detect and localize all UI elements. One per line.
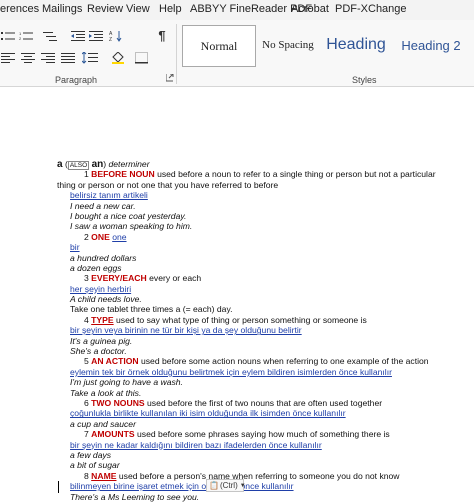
example: Take a look at this. (70, 387, 142, 398)
sense-line: 6 TWO NOUNS used before the first of two… (84, 397, 383, 408)
example: I need a new car. (70, 200, 136, 211)
example: I'm just going to have a wash. (70, 377, 183, 388)
translation: her şeyin herbiri (70, 283, 132, 294)
example: There's a Ms Leeming to see you. (70, 491, 200, 502)
translation: bir şeyin veya birinin ne tür bir kişi y… (70, 325, 302, 336)
sense-line: 5 AN ACTION used before some action noun… (84, 356, 429, 367)
styles-group-label: Styles (352, 75, 377, 85)
sense-line: 7 AMOUNTS used before some phrases sayin… (84, 429, 390, 440)
example: a bit of sugar (70, 460, 120, 471)
borders-icon[interactable] (134, 51, 150, 65)
align-left-icon[interactable] (0, 51, 16, 65)
example: A child needs love. (70, 294, 142, 305)
decrease-indent-icon[interactable] (70, 29, 86, 43)
line-spacing-icon[interactable] (82, 51, 98, 65)
example: a few days (70, 449, 112, 460)
headword: a (57, 159, 63, 170)
example: It's a guinea pig. (70, 335, 133, 346)
translation: bir (70, 242, 80, 253)
style-heading[interactable]: Heading (322, 25, 390, 65)
sense-line: 8 NAME used before a person's name when … (84, 470, 400, 481)
shading-icon[interactable] (110, 51, 126, 65)
multilevel-list-icon[interactable] (42, 29, 58, 43)
example: a dozen eggs (70, 262, 122, 273)
example: I bought a nice coat yesterday. (70, 210, 187, 221)
entry-heading: a (ALSO an) determiner (57, 159, 150, 170)
clipboard-icon: 📋 (209, 481, 219, 490)
paragraph-group-label: Paragraph (55, 75, 98, 85)
example: a cup and saucer (70, 418, 136, 429)
translation: bilinmeyen birine işaret etmek için o is… (70, 481, 294, 492)
dictionary-entry: a (ALSO an) determiner 1 BEFORE NOUN use… (57, 159, 469, 502)
translation: bir şeyin ne kadar kaldığını bildiren ba… (70, 439, 322, 450)
bullets-icon[interactable] (0, 29, 16, 43)
paste-options-label: (Ctrl) (219, 481, 238, 490)
translation: belirsiz tanım artikeli (70, 190, 148, 201)
tab-mailings[interactable]: Mailings (42, 3, 82, 15)
show-marks-icon[interactable]: ¶ (154, 28, 170, 43)
translation: çoğunlukla birlikte kullanılan iki isim … (70, 408, 346, 419)
example: a hundred dollars (70, 252, 137, 263)
tab-references[interactable]: erences (0, 3, 39, 15)
part-of-speech: determiner (108, 159, 150, 169)
tab-help[interactable]: Help (159, 3, 182, 15)
example: She's a doctor. (70, 346, 127, 357)
style-normal[interactable]: Normal (182, 25, 256, 67)
ribbon: 12 AZ ¶ Paragraph Normal No Spacing Head… (0, 20, 474, 87)
tab-pdf-xchange[interactable]: PDF-XChange (335, 3, 407, 15)
svg-text:Z: Z (109, 37, 112, 42)
sense-line: 4 TYPE used to say what type of thing or… (84, 314, 367, 325)
chevron-down-icon: ▼ (239, 482, 246, 489)
align-right-icon[interactable] (40, 51, 56, 65)
tab-review[interactable]: Review (87, 3, 123, 15)
svg-text:2: 2 (19, 36, 22, 41)
numbering-icon[interactable]: 12 (18, 29, 34, 43)
sort-icon[interactable]: AZ (108, 29, 124, 43)
style-heading-2[interactable]: Heading 2 (396, 25, 466, 65)
sense-line: 2 ONE one (84, 231, 127, 242)
sense-line: 3 EVERY/EACH every or each (84, 273, 202, 284)
tab-acrobat[interactable]: Acrobat (291, 3, 329, 15)
example: I saw a woman speaking to him. (70, 221, 193, 232)
sense-line: thing or person or not one that you have… (57, 179, 279, 190)
align-center-icon[interactable] (20, 51, 36, 65)
example: Take one tablet three times a (= each) d… (70, 304, 233, 315)
ribbon-tab-bar: erences Mailings Review View Help ABBYY … (0, 0, 474, 21)
style-no-spacing[interactable]: No Spacing (258, 25, 318, 65)
justify-icon[interactable] (60, 51, 76, 65)
translation: eylemin tek bir örnek olduğunu belirtmek… (70, 366, 392, 377)
dialog-launcher-icon[interactable] (165, 73, 175, 83)
increase-indent-icon[interactable] (88, 29, 104, 43)
document-page[interactable]: a (ALSO an) determiner 1 BEFORE NOUN use… (0, 87, 474, 504)
text-cursor (58, 481, 59, 493)
paste-options-button[interactable]: 📋 (Ctrl) ▼ (206, 479, 246, 492)
sense-line: 1 BEFORE NOUN used before a noun to refe… (84, 169, 436, 180)
ribbon-separator (176, 24, 177, 84)
tab-view[interactable]: View (126, 3, 150, 15)
